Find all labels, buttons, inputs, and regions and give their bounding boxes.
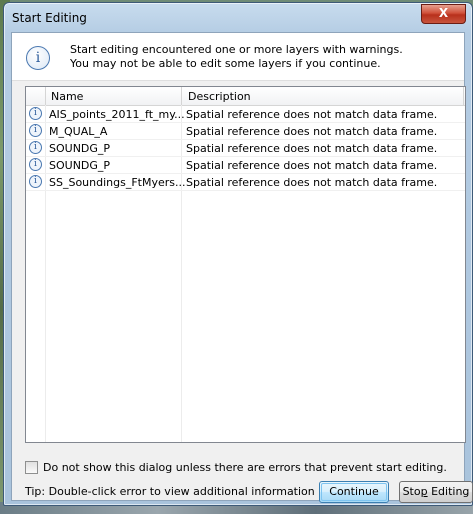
tip-text: Tip: Double-click error to view addition… (25, 485, 315, 498)
row-name: SS_Soundings_FtMyers... (49, 176, 186, 189)
row-description: Spatial reference does not match data fr… (186, 142, 438, 155)
row-description: Spatial reference does not match data fr… (186, 125, 438, 138)
stop-label-mnemonic: p (420, 485, 428, 498)
message-header: i Start editing encountered one or more … (12, 33, 464, 81)
info-icon: i (29, 124, 42, 137)
table-row[interactable]: i SOUNDG_P Spatial reference does not ma… (26, 140, 465, 157)
table-row[interactable]: i M_QUAL_A Spatial reference does not ma… (26, 123, 465, 140)
message-line-1: Start editing encountered one or more la… (70, 43, 403, 56)
title-bar[interactable]: Start Editing X (4, 3, 472, 31)
do-not-show-label[interactable]: Do not show this dialog unless there are… (43, 461, 447, 474)
dialog-content: i Start editing encountered one or more … (11, 32, 473, 503)
do-not-show-checkbox[interactable] (25, 461, 38, 474)
row-name: M_QUAL_A (49, 125, 108, 138)
info-icon: i (29, 175, 42, 188)
stop-editing-button[interactable]: Stop Editing (399, 481, 473, 503)
row-description: Spatial reference does not match data fr… (186, 108, 438, 121)
continue-button[interactable]: Continue (319, 481, 389, 503)
column-header-name[interactable]: Name (51, 90, 83, 103)
start-editing-dialog: Start Editing X i Start editing encounte… (3, 2, 473, 506)
stop-label-pre: Sto (402, 485, 421, 498)
row-name: SOUNDG_P (49, 142, 111, 155)
table-row[interactable]: i SS_Soundings_FtMyers... Spatial refere… (26, 174, 465, 191)
table-row[interactable]: i SOUNDG_P Spatial reference does not ma… (26, 157, 465, 174)
row-description: Spatial reference does not match data fr… (186, 176, 438, 189)
continue-label: Continue (329, 485, 379, 498)
row-name: AIS_points_2011_ft_my... (49, 108, 185, 121)
column-separator[interactable] (45, 87, 46, 105)
column-separator[interactable] (463, 87, 464, 105)
table-row[interactable]: i AIS_points_2011_ft_my... Spatial refer… (26, 106, 465, 123)
message-line-2: You may not be able to edit some layers … (70, 57, 381, 70)
info-icon: i (29, 158, 42, 171)
close-icon: X (438, 6, 449, 20)
warnings-table[interactable]: Name Description i AIS_points_2011_ft_my… (25, 86, 466, 443)
stop-label-post: Editing (427, 485, 470, 498)
info-icon: i (29, 141, 42, 154)
row-description: Spatial reference does not match data fr… (186, 159, 438, 172)
info-icon: i (26, 46, 50, 70)
row-name: SOUNDG_P (49, 159, 111, 172)
table-header: Name Description (26, 87, 465, 106)
close-button[interactable]: X (421, 4, 466, 24)
column-separator[interactable] (181, 87, 182, 105)
column-header-description[interactable]: Description (188, 90, 251, 103)
window-title: Start Editing (12, 11, 87, 25)
info-icon: i (29, 107, 42, 120)
